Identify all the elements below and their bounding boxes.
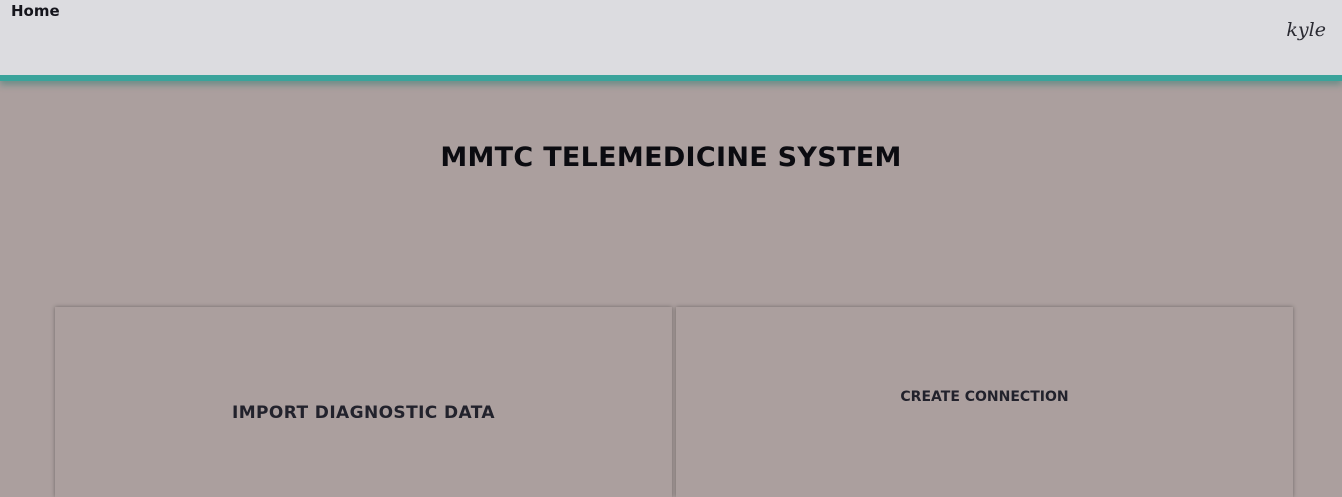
import-diagnostic-data-card[interactable]: IMPORT DIAGNOSTIC DATA: [55, 307, 672, 497]
page-title: MMTC TELEMEDICINE SYSTEM: [440, 142, 902, 173]
home-link[interactable]: Home: [11, 2, 60, 20]
top-navigation-bar: Home kyle: [0, 0, 1342, 81]
import-diagnostic-data-label: IMPORT DIAGNOSTIC DATA: [232, 403, 495, 423]
create-connection-card[interactable]: CREATE CONNECTION: [676, 307, 1293, 497]
user-name-menu[interactable]: kyle: [1286, 19, 1326, 41]
create-connection-label: CREATE CONNECTION: [900, 389, 1069, 405]
